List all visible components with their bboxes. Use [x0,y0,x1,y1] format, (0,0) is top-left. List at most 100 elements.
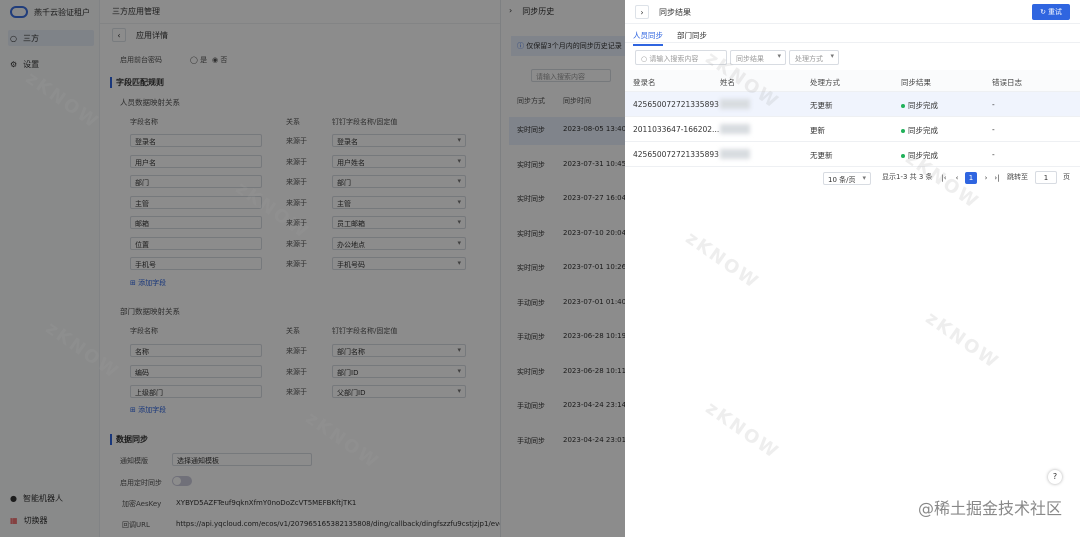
prev-page-icon[interactable]: ‹ [951,172,963,184]
history-method: 实时同步 [517,126,545,134]
ding-field-select[interactable]: 部门名称 [332,344,466,357]
add-field-label: 添加字段 [138,406,167,414]
ding-field-select[interactable]: 办公地点 [332,236,466,250]
history-time: 2023-06-28 10:19 [563,332,627,340]
sidebar-item-label: 切换器 [23,515,48,525]
history-time: 2023-07-01 01:40 [563,297,627,306]
relation-text: 来源于 [286,219,307,227]
help-icon[interactable]: ? [1048,470,1062,484]
field-input[interactable]: 主管 [130,195,262,209]
page-title: 三方应用管理 [112,7,160,16]
sidebar-item-label: 智能机器人 [22,493,63,503]
app-detail-panel: 三方应用管理 ‹ 应用详情 启用前台密码 ◯ 是 ◉ 否 字段匹配规则 人员数据… [100,0,500,537]
history-time: 2023-07-31 10:45 [563,159,627,168]
result-filter-label: 同步结果 [736,55,764,63]
enable-label: 启用前台密码 [120,56,162,64]
field-input[interactable]: 上级部门 [130,385,262,398]
tenant-name: 燕千云验证租户 [34,7,90,17]
col-method: 处理方式 [810,78,840,87]
add-dept-field-link[interactable]: ⊞ 添加字段 [130,405,166,415]
page-size-select[interactable]: 10 条/页 [823,172,871,185]
field-input[interactable]: 手机号 [130,257,262,270]
page-1-button[interactable]: 1 [965,172,977,184]
relation-text: 来源于 [286,178,307,186]
col-ding: 钉钉字段名称/固定值 [332,327,398,335]
ding-field-select[interactable]: 用户姓名 [332,154,466,168]
field-input[interactable]: 位置 [130,236,262,250]
ding-field-select[interactable]: 手机号码 [332,257,466,270]
ding-field-select[interactable]: 主管 [332,195,466,209]
retry-button[interactable]: ↻ 重试 [1032,4,1070,20]
tab-person-sync[interactable]: 人员同步 [633,30,663,46]
sidebar-item-switcher[interactable]: ▦ 切换器 [8,512,94,528]
chevron-right-icon[interactable]: › [509,6,512,17]
relation-text: 来源于 [286,198,307,207]
history-time: 2023-04-24 23:01 [563,435,627,444]
first-page-icon[interactable]: |‹ [938,172,950,184]
history-title: 同步历史 [522,7,555,16]
ding-field-select[interactable]: 部门ID [332,364,466,378]
timer-toggle[interactable] [172,476,192,486]
sidebar-item-third-party[interactable]: ○ 三方 [8,30,94,46]
history-method: 手动同步 [517,402,545,410]
history-method: 手动同步 [517,333,545,341]
name-cell-redacted [720,99,750,109]
col-name: 姓名 [720,78,735,87]
section-title-rules: 字段匹配规则 [110,77,164,88]
login-cell: 425650072721335893 [633,150,719,159]
table-row[interactable]: 2011033647-166202... 更新 同步完成 - [625,117,1080,142]
history-method: 实时同步 [517,160,545,169]
result-text: 同步完成 [908,101,938,110]
sub-title: 应用详情 [136,30,168,40]
field-input[interactable]: 邮箱 [130,216,262,229]
refresh-icon: ↻ [1040,8,1046,16]
field-input[interactable]: 用户名 [130,154,262,168]
search-input[interactable]: ○ 请输入搜索内容 [635,50,727,65]
ding-field-select[interactable]: 父部门ID [332,385,466,398]
chevron-right-icon[interactable]: › [635,5,649,19]
field-input[interactable]: 编码 [130,364,262,378]
ding-field-select[interactable]: 员工邮箱 [332,216,466,229]
sidebar: 燕千云验证租户 ○ 三方 ⚙ 设置 ● 智能机器人 ▦ 切换器 [0,0,100,537]
radio-yes[interactable]: ◯ 是 [190,55,207,65]
radio-no-label: 否 [220,56,228,64]
history-search-input[interactable]: 请输入搜索内容 [531,69,611,82]
col-ding: 钉钉字段名称/固定值 [332,118,398,126]
field-input[interactable]: 部门 [130,175,262,188]
history-method: 手动同步 [517,298,545,307]
grid-icon: ▦ [10,515,18,525]
aes-value: XYBYD5AZFTeuf9qknXfmY0noDoZcVT5MEFBKftjT… [176,499,357,507]
method-cell: 无更新 [810,151,833,160]
result-cell: 同步完成 [901,100,938,111]
section-title-sync: 数据同步 [110,434,148,445]
jump-input[interactable]: 1 [1035,171,1057,184]
ding-field-select[interactable]: 部门 [332,175,466,188]
sync-result-drawer: › 同步结果 ↻ 重试 人员同步 部门同步 ○ 请输入搜索内容 同步结果 处理方… [625,0,1080,537]
table-row[interactable]: 425650072721335893 无更新 同步完成 - [625,92,1080,117]
table-row[interactable]: 425650072721335893 无更新 同步完成 - [625,142,1080,167]
add-field-link[interactable]: ⊞ 添加字段 [130,278,166,288]
tenant-switcher[interactable]: 燕千云验证租户 [10,6,90,18]
ding-field-select[interactable]: 登录名 [332,134,466,147]
col-time: 同步时间 [563,97,591,105]
back-icon[interactable]: ‹ [112,28,126,42]
sidebar-item-robot[interactable]: ● 智能机器人 [8,490,94,506]
col-result: 同步结果 [901,78,931,87]
page-unit: 页 [1063,173,1070,181]
history-time: 2023-04-24 23:14 [563,401,627,409]
name-cell-redacted [720,149,750,159]
last-page-icon[interactable]: ›| [991,172,1003,184]
field-input[interactable]: 名称 [130,344,262,357]
sidebar-item-settings[interactable]: ⚙ 设置 [8,56,94,72]
relation-text: 来源于 [286,260,307,268]
field-input[interactable]: 登录名 [130,134,262,147]
radio-no[interactable]: ◉ 否 [212,55,227,65]
notify-select[interactable]: 选择通知模板 [172,453,312,466]
result-filter[interactable]: 同步结果 [730,50,786,65]
history-method: 实时同步 [517,367,545,376]
method-filter[interactable]: 处理方式 [789,50,839,65]
success-dot-icon [901,154,905,158]
col-field: 字段名称 [130,118,158,126]
login-cell: 425650072721335893 [633,100,719,109]
sidebar-item-label: 三方 [22,33,39,43]
